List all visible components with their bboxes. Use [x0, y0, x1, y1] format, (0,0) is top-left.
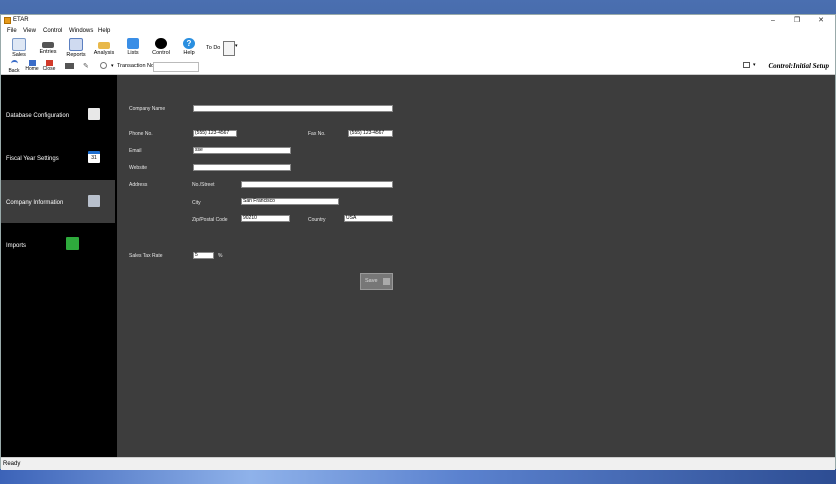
desktop-wallpaper-strip — [0, 468, 836, 484]
phone-label: Phone No. — [129, 131, 153, 137]
menu-view[interactable]: View — [23, 28, 36, 34]
breadcrumb: Control:Initial Setup — [768, 62, 830, 70]
home-button[interactable]: Home — [25, 60, 39, 72]
company-information-form: Company Name Phone No. (555) 123-4567 Fa… — [117, 75, 835, 457]
menu-file[interactable]: File — [7, 28, 17, 34]
search-icon[interactable] — [100, 62, 107, 69]
transaction-number-input[interactable] — [153, 62, 199, 72]
fax-label: Fax No. — [308, 131, 326, 137]
sidebar-item-imports[interactable]: Imports — [1, 223, 115, 266]
email-input[interactable]: sse — [193, 147, 291, 154]
transaction-number-label: Transaction No. — [117, 63, 156, 69]
navigation-bar: Back Home Close ✎ ▾ Transaction No. ▾ Co… — [1, 59, 835, 75]
save-icon — [383, 278, 390, 285]
street-label: No./Street — [192, 182, 215, 188]
content-area: Database Configuration Fiscal Year Setti… — [1, 75, 835, 457]
entries-button[interactable]: Entries — [36, 38, 60, 59]
back-label: Back — [8, 68, 20, 74]
reports-label: Reports — [66, 52, 86, 58]
control-label: Control — [152, 50, 170, 56]
home-label: Home — [25, 66, 39, 72]
gear-icon — [155, 38, 167, 49]
sidebar-item-label: Database Configuration — [6, 113, 70, 119]
sidebar-item-company-information[interactable]: Company Information — [1, 180, 115, 223]
sidebar: Database Configuration Fiscal Year Setti… — [1, 75, 115, 457]
lists-icon — [127, 38, 139, 49]
sidebar-item-fiscal-year-settings[interactable]: Fiscal Year Settings 31 — [1, 136, 115, 179]
city-label: City — [192, 200, 201, 206]
status-text: Ready — [3, 461, 21, 467]
country-label: Country — [308, 217, 326, 223]
sidebar-item-label: Fiscal Year Settings — [6, 156, 59, 162]
sidebar-item-label: Imports — [6, 243, 27, 249]
status-bar: Ready — [1, 457, 835, 470]
email-label: Email — [129, 148, 142, 154]
database-icon — [88, 108, 100, 120]
analysis-label: Analysis — [93, 50, 115, 56]
window-title: ETAR — [13, 17, 29, 23]
phone-input[interactable]: (555) 123-4567 — [193, 130, 237, 137]
zip-label: Zip/Postal Code — [192, 217, 228, 223]
calculator-icon[interactable] — [65, 63, 74, 69]
close-label: Close — [42, 66, 56, 72]
menu-help[interactable]: Help — [98, 28, 110, 34]
percent-label: % — [218, 253, 223, 259]
back-button[interactable]: Back — [7, 60, 21, 74]
control-button[interactable]: Control — [149, 38, 173, 59]
todo-label[interactable]: To Do — [206, 45, 220, 51]
calendar-icon: 31 — [88, 151, 100, 163]
menu-control[interactable]: Control — [43, 28, 62, 34]
sales-icon — [12, 38, 26, 51]
website-label: Website — [129, 165, 147, 171]
street-input[interactable] — [241, 181, 393, 188]
sales-tax-label: Sales Tax Rate — [129, 253, 163, 259]
sidebar-item-database-configuration[interactable]: Database Configuration — [1, 93, 115, 136]
analysis-button[interactable]: Analysis — [92, 38, 116, 59]
menu-windows[interactable]: Windows — [69, 28, 93, 34]
transaction-dropdown-icon[interactable]: ▾ — [111, 63, 114, 69]
company-name-input[interactable] — [193, 105, 393, 112]
city-input[interactable]: San Francisco — [241, 198, 339, 205]
title-bar: ETAR – ❐ ✕ — [1, 15, 835, 27]
back-icon — [10, 60, 18, 68]
keyboard-icon — [42, 42, 54, 48]
website-input[interactable] — [193, 164, 291, 171]
company-name-label: Company Name — [129, 106, 166, 112]
entries-label: Entries — [39, 49, 57, 55]
minimize-button[interactable]: – — [761, 15, 785, 27]
layout-dropdown-icon[interactable]: ▾ — [753, 62, 756, 68]
save-label: Save — [365, 278, 378, 284]
help-button[interactable]: ? Help — [177, 38, 201, 59]
sidebar-item-label: Company Information — [6, 200, 64, 206]
layout-icon[interactable] — [743, 62, 750, 68]
lists-button[interactable]: Lists — [121, 38, 145, 59]
lists-label: Lists — [127, 50, 139, 56]
main-toolbar: Sales Entries Reports Analysis Lists Con… — [1, 37, 835, 59]
sales-label: Sales — [12, 52, 26, 58]
sales-tax-input[interactable]: 5 — [193, 252, 214, 259]
reports-icon — [69, 38, 83, 51]
analysis-icon — [98, 42, 110, 49]
pin-icon[interactable]: ✎ — [83, 62, 89, 70]
maximize-button[interactable]: ❐ — [785, 15, 809, 27]
close-window-button[interactable]: ✕ — [809, 15, 833, 27]
help-icon: ? — [183, 38, 195, 49]
app-icon — [4, 17, 11, 24]
todo-list-icon[interactable] — [223, 41, 235, 56]
app-window: ETAR – ❐ ✕ File View Control Windows Hel… — [0, 14, 836, 470]
imports-icon — [66, 237, 79, 250]
reports-button[interactable]: Reports — [64, 38, 88, 59]
address-label: Address — [129, 182, 148, 188]
close-button[interactable]: Close — [42, 60, 56, 72]
fax-input[interactable]: (555) 123-4567 — [348, 130, 393, 137]
help-label: Help — [183, 50, 195, 56]
save-button[interactable]: Save — [360, 273, 393, 290]
menu-bar: File View Control Windows Help — [1, 27, 835, 37]
company-icon — [88, 195, 100, 207]
sales-button[interactable]: Sales — [7, 38, 31, 59]
todo-dropdown-icon[interactable]: ▾ — [235, 43, 238, 49]
zip-input[interactable]: 90210 — [241, 215, 290, 222]
country-input[interactable]: USA — [344, 215, 393, 222]
